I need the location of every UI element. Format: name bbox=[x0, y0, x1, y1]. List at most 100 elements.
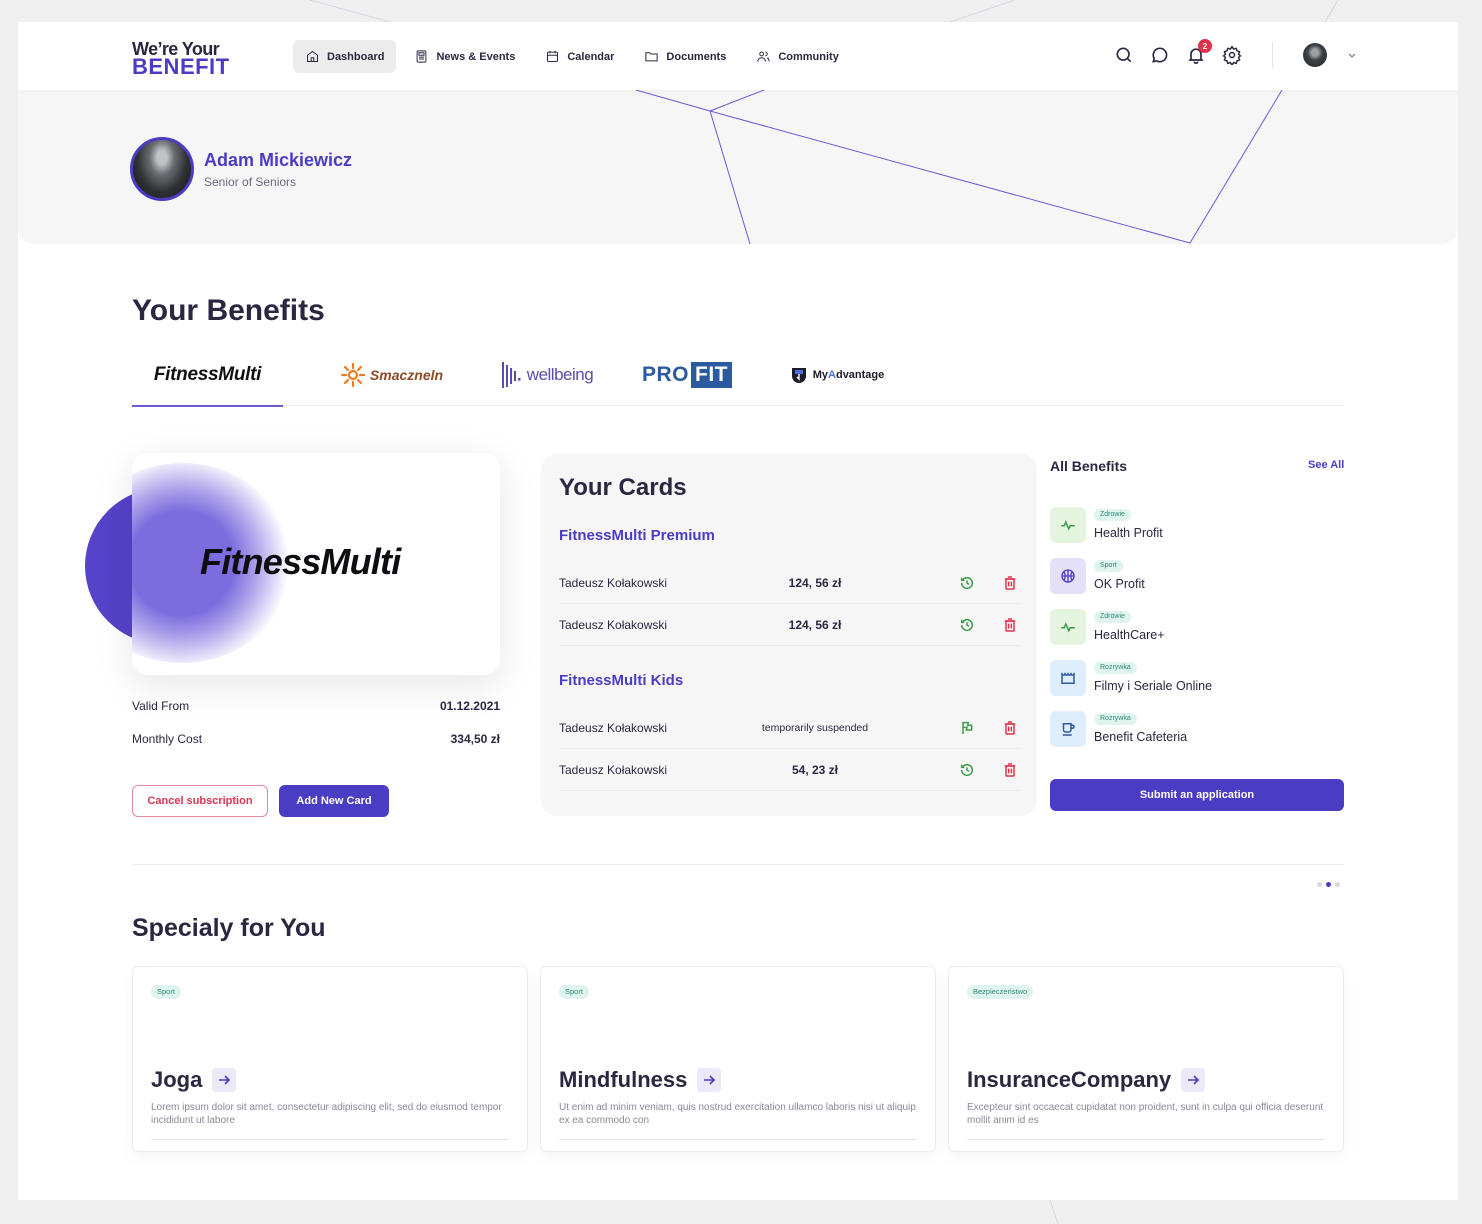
newspaper-icon bbox=[417, 50, 427, 63]
card-divider bbox=[559, 1139, 917, 1140]
logo-line2: BENEFIT bbox=[132, 54, 230, 79]
benefit-icon-box bbox=[1050, 558, 1086, 594]
benefit-category-tag: Sport bbox=[1094, 560, 1123, 572]
card-holder-name: Tadeusz Kołakowski bbox=[559, 576, 668, 590]
special-card-title-row: InsuranceCompany bbox=[967, 1067, 1206, 1093]
nav-item-calendar[interactable]: Calendar bbox=[533, 40, 626, 73]
pulse-icon bbox=[1061, 520, 1075, 531]
notifications-button[interactable]: 2 bbox=[1186, 39, 1212, 65]
carousel-dot[interactable] bbox=[1335, 882, 1340, 887]
history-icon[interactable] bbox=[959, 762, 975, 778]
profit-logo: PRO FIT bbox=[642, 362, 732, 388]
tab-myadvantage[interactable]: MyAdvantage bbox=[772, 344, 902, 406]
chevron-down-icon[interactable] bbox=[1347, 50, 1357, 60]
arrow-right-icon bbox=[1188, 1075, 1200, 1085]
card-amount: 54, 23 zł bbox=[791, 763, 839, 777]
card-row: Tadeusz Kołakowski temporarily suspended bbox=[559, 707, 1019, 749]
user-avatar-menu[interactable] bbox=[1303, 43, 1327, 67]
valid-from-row: Valid From 01.12.2021 bbox=[132, 699, 500, 713]
tab-smacznego[interactable]: Smaczneln bbox=[322, 344, 462, 406]
flag-icon[interactable] bbox=[959, 720, 975, 736]
search-button[interactable] bbox=[1114, 45, 1134, 65]
benefit-list-item[interactable]: Sport OK Profit bbox=[1050, 558, 1344, 594]
trash-icon[interactable] bbox=[1002, 720, 1018, 736]
smacznego-logo: Smaczneln bbox=[340, 363, 444, 387]
benefit-category-tag: Rozrywka bbox=[1094, 713, 1137, 725]
special-card[interactable]: Sport Mindfulness Ut enim ad minim venia… bbox=[540, 966, 936, 1152]
card-amount: 124, 56 zł bbox=[788, 576, 842, 590]
see-all-link[interactable]: See All bbox=[1308, 459, 1344, 471]
monthly-cost-label: Monthly Cost bbox=[132, 732, 203, 746]
special-card-description: Ut enim ad minim veniam, quis nostrud ex… bbox=[559, 1102, 916, 1126]
open-button[interactable] bbox=[697, 1068, 722, 1092]
fitnessmulti-logo: FitnessMulti bbox=[153, 364, 262, 385]
pulse-icon bbox=[1061, 622, 1075, 633]
nav-label: Dashboard bbox=[327, 50, 385, 63]
trash-icon[interactable] bbox=[1002, 617, 1018, 633]
settings-button[interactable] bbox=[1222, 45, 1242, 67]
section-divider bbox=[132, 864, 1344, 865]
special-card-title-row: Mindfulness bbox=[559, 1067, 722, 1093]
nav-item-community[interactable]: Community bbox=[744, 40, 851, 73]
cancel-subscription-button[interactable]: Cancel subscription bbox=[132, 785, 268, 817]
profit-text-b: FIT bbox=[691, 362, 732, 388]
your-cards-panel: Your Cards FitnessMulti Premium Tadeusz … bbox=[541, 454, 1037, 816]
calendar-icon bbox=[547, 50, 559, 62]
myadvantage-text-c: dvantage bbox=[835, 369, 885, 381]
benefit-provider-tabs: FitnessMulti Smaczneln wellbeing PRO FIT… bbox=[132, 344, 1344, 407]
tab-wellbeing[interactable]: wellbeing bbox=[487, 344, 607, 406]
myadvantage-text-a: My bbox=[812, 369, 829, 381]
history-icon[interactable] bbox=[959, 575, 975, 591]
messages-button[interactable] bbox=[1150, 45, 1170, 65]
benefit-list-item[interactable]: Zdrowie HealthCare+ bbox=[1050, 609, 1344, 645]
open-button[interactable] bbox=[1181, 1068, 1206, 1092]
card-divider bbox=[151, 1139, 509, 1140]
benefit-name: Benefit Cafeteria bbox=[1094, 730, 1188, 744]
top-nav: We’re Your BENEFIT Dashboard News & Even… bbox=[18, 22, 1458, 90]
special-card[interactable]: Sport Joga Lorem ipsum dolor sit amet, c… bbox=[132, 966, 528, 1152]
submit-application-button[interactable]: Submit an application bbox=[1050, 779, 1344, 811]
special-card-tag: Bezpieczeństwo bbox=[967, 985, 1034, 999]
benefit-icon-box bbox=[1050, 711, 1086, 747]
gear-icon bbox=[1222, 45, 1242, 67]
valid-from-label: Valid From bbox=[132, 699, 190, 713]
valid-from-value: 01.12.2021 bbox=[439, 699, 500, 713]
benefit-list-item[interactable]: Rozrywka Benefit Cafeteria bbox=[1050, 711, 1344, 747]
basketball-icon bbox=[1061, 569, 1075, 583]
special-card-tag: Sport bbox=[151, 985, 181, 999]
card-holder-name: Tadeusz Kołakowski bbox=[559, 763, 668, 777]
special-card-title-row: Joga bbox=[151, 1067, 237, 1093]
nav-item-documents[interactable]: Documents bbox=[632, 40, 738, 73]
card-holder-name: Tadeusz Kołakowski bbox=[559, 721, 668, 735]
nav-label: Documents bbox=[666, 50, 727, 63]
special-card-tag: Sport bbox=[559, 985, 589, 999]
card-group-title: FitnessMulti Kids bbox=[559, 672, 684, 689]
shield-icon bbox=[791, 368, 806, 383]
nav-item-news-events[interactable]: News & Events bbox=[402, 40, 527, 73]
benefit-list-item[interactable]: Zdrowie Health Profit bbox=[1050, 507, 1344, 543]
benefit-list-item[interactable]: Rozrywka Filmy i Seriale Online bbox=[1050, 660, 1344, 696]
add-new-card-button[interactable]: Add New Card bbox=[279, 785, 389, 817]
card-row: Tadeusz Kołakowski 124, 56 zł bbox=[559, 562, 1019, 604]
trash-icon[interactable] bbox=[1002, 762, 1018, 778]
tab-fitnessmulti[interactable]: FitnessMulti bbox=[132, 344, 283, 407]
smacznego-text: Smaczneln bbox=[369, 367, 444, 383]
benefit-card-visual: FitnessMulti bbox=[132, 453, 500, 675]
tab-profit[interactable]: PRO FIT bbox=[632, 344, 742, 406]
nav-links: Dashboard News & Events Calendar Documen… bbox=[293, 40, 851, 73]
carousel-dot[interactable] bbox=[1317, 882, 1322, 887]
wellbeing-logo: wellbeing bbox=[501, 360, 594, 390]
cup-icon bbox=[1062, 723, 1075, 736]
trash-icon[interactable] bbox=[1002, 575, 1018, 591]
chat-icon bbox=[1152, 47, 1168, 63]
carousel-dot-active[interactable] bbox=[1326, 882, 1331, 887]
open-button[interactable] bbox=[212, 1068, 237, 1092]
nav-item-dashboard[interactable]: Dashboard bbox=[293, 40, 397, 73]
profit-text-a: PRO bbox=[641, 363, 689, 386]
benefit-icon-box bbox=[1050, 507, 1086, 543]
profile-avatar[interactable] bbox=[130, 137, 194, 201]
history-icon[interactable] bbox=[959, 617, 975, 633]
special-heading: Specialy for You bbox=[132, 914, 326, 942]
app-logo[interactable]: We’re Your BENEFIT bbox=[132, 40, 230, 78]
special-card[interactable]: Bezpieczeństwo InsuranceCompany Excepteu… bbox=[948, 966, 1344, 1152]
